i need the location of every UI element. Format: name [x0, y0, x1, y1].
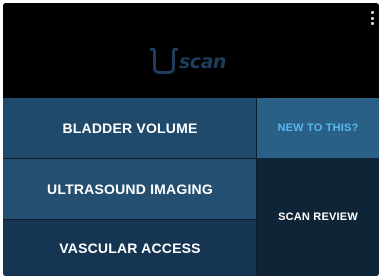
divider [256, 98, 257, 276]
divider [3, 158, 257, 159]
vascular-access-button[interactable]: VASCULAR ACCESS [3, 219, 257, 276]
vascular-access-label: VASCULAR ACCESS [59, 239, 201, 256]
ultrasound-imaging-label: ULTRASOUND IMAGING [47, 180, 213, 197]
more-vertical-icon[interactable] [369, 11, 375, 25]
app-window: scan BLADDER VOLUME ULTRASOUND IMAGING V… [3, 3, 379, 276]
divider [3, 219, 257, 220]
uscan-logo: scan [150, 47, 237, 77]
menu-dot [370, 22, 374, 25]
u-logo-icon [150, 48, 178, 74]
bladder-volume-button[interactable]: BLADDER VOLUME [3, 98, 257, 158]
new-to-this-label: NEW TO THIS? [277, 122, 359, 134]
bladder-volume-label: BLADDER VOLUME [62, 120, 198, 136]
scan-review-label: SCAN REVIEW [278, 211, 358, 223]
scan-review-button[interactable]: SCAN REVIEW [257, 158, 379, 276]
ultrasound-imaging-button[interactable]: ULTRASOUND IMAGING [3, 158, 257, 219]
menu-dot [370, 11, 374, 14]
header: scan [3, 3, 379, 98]
menu-dot [370, 16, 374, 20]
new-to-this-button[interactable]: NEW TO THIS? [257, 98, 379, 158]
logo-text: scan [179, 51, 226, 73]
